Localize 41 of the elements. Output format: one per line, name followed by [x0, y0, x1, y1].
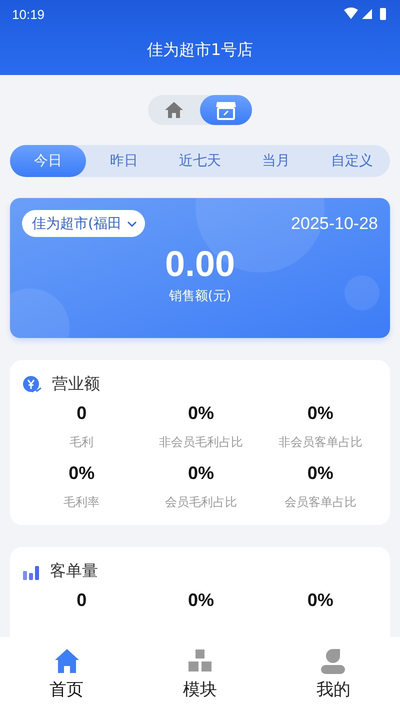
section-title: 客单量: [50, 561, 98, 582]
person-icon: [319, 648, 348, 674]
sales-amount: 0.00: [164, 243, 236, 285]
status-time: 10:19: [12, 6, 45, 22]
stat-label: 会员毛利占比: [164, 494, 237, 511]
status-icons: [344, 7, 388, 21]
view-toggle-option[interactable]: [200, 95, 252, 125]
bar-chart-icon: [22, 564, 40, 580]
store-icon: [215, 100, 237, 120]
period-tab[interactable]: 当月: [238, 145, 314, 177]
period-tab[interactable]: 今日: [10, 145, 86, 177]
period-tab[interactable]: 自定义: [314, 145, 390, 177]
stat-label: 毛利率: [64, 494, 100, 511]
header-title: 佳为超市1号店: [146, 40, 254, 61]
stat-value: 0%: [307, 463, 334, 484]
sales-caption: 销售额(元): [168, 288, 232, 305]
nav-item[interactable]: 首页: [0, 637, 134, 712]
stat-label: 会员客单占比: [284, 494, 356, 511]
home-icon: [164, 101, 184, 119]
stat-label: 毛利: [70, 434, 94, 451]
store-dropdown[interactable]: 佳为超市(福田: [22, 210, 146, 237]
stat-value: 0%: [68, 463, 95, 484]
nav-item[interactable]: 模块: [133, 637, 267, 712]
stat-value: 0: [76, 590, 87, 611]
stat-label: 非会员客单占比: [278, 434, 362, 451]
date-label: 2025-10-28: [291, 214, 378, 234]
stat-value: 0%: [188, 463, 214, 484]
stat-value: 0%: [188, 590, 214, 611]
period-tab[interactable]: 近七天: [162, 145, 238, 177]
yen-icon: [22, 374, 42, 394]
section-title: 营业额: [52, 374, 100, 395]
stat-value: 0%: [307, 590, 334, 611]
stat-value: 0%: [307, 403, 334, 424]
cubes-icon: [186, 648, 214, 674]
home-icon: [54, 648, 80, 674]
stat-value: 0: [76, 403, 87, 424]
stat-value: 0%: [188, 403, 214, 424]
nav-item[interactable]: 我的: [266, 637, 400, 712]
stat-label: 非会员毛利占比: [158, 434, 243, 451]
chevron-down-icon: [127, 220, 138, 226]
period-tab[interactable]: 昨日: [86, 145, 162, 177]
